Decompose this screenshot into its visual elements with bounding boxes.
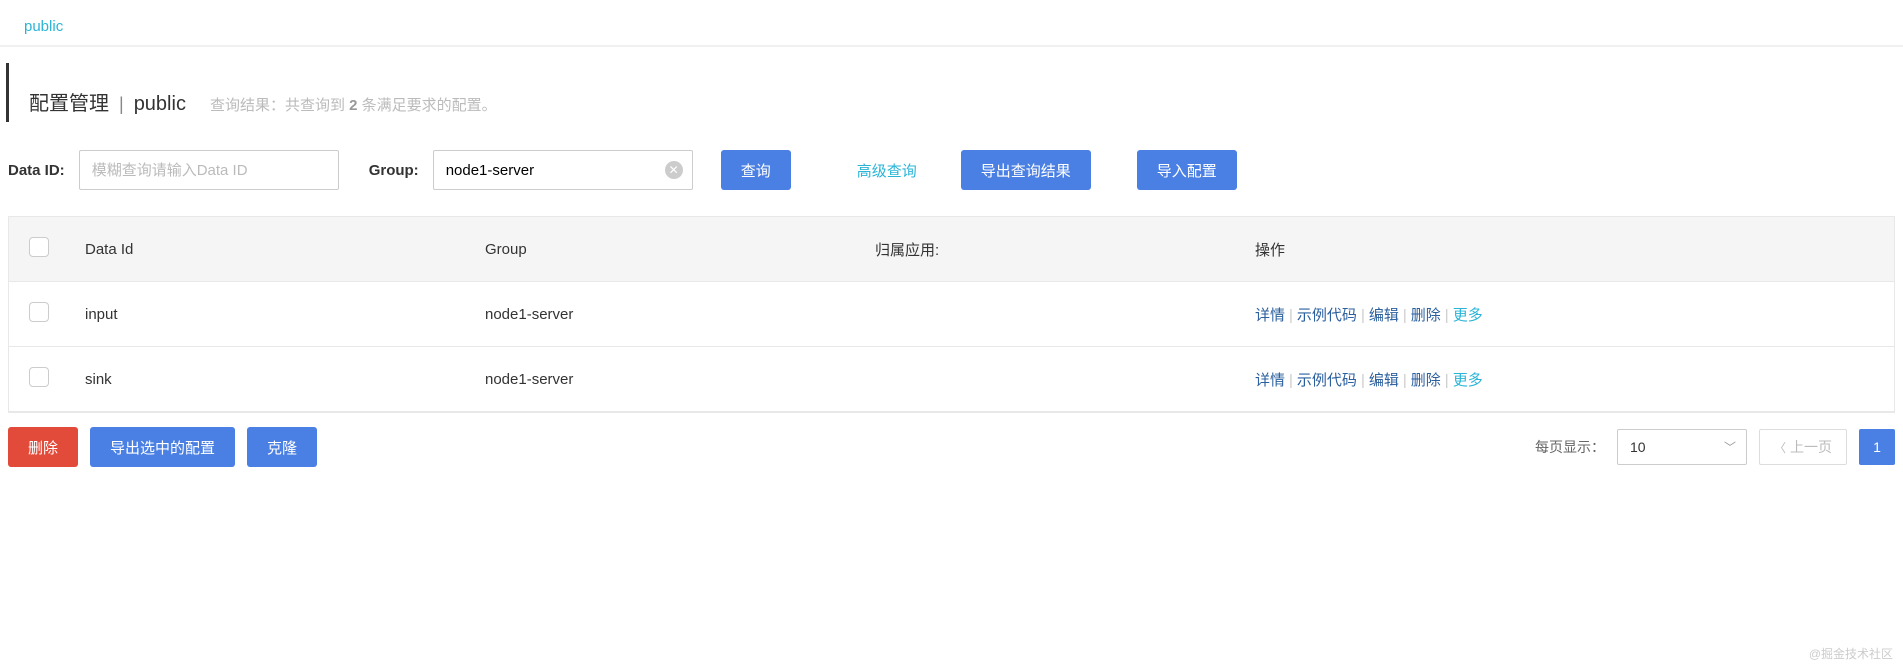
action-detail[interactable]: 详情 — [1255, 307, 1285, 324]
row-checkbox[interactable] — [29, 367, 49, 387]
action-sample[interactable]: 示例代码 — [1297, 372, 1357, 389]
col-data-id: Data Id — [69, 217, 469, 282]
select-all-checkbox[interactable] — [29, 237, 49, 257]
action-edit[interactable]: 编辑 — [1369, 372, 1399, 389]
import-config-button[interactable]: 导入配置 — [1137, 150, 1237, 190]
watermark: @掘金技术社区 — [1809, 645, 1893, 662]
row-checkbox[interactable] — [29, 302, 49, 322]
cell-data-id: input — [69, 282, 469, 347]
action-delete[interactable]: 删除 — [1411, 372, 1441, 389]
action-edit[interactable]: 编辑 — [1369, 307, 1399, 324]
top-tab-bar: public — [0, 0, 1903, 47]
data-id-label: Data ID: — [8, 162, 65, 179]
export-selected-button[interactable]: 导出选中的配置 — [90, 427, 235, 467]
col-app: 归属应用: — [859, 217, 1239, 282]
filter-bar: Data ID: Group: ✕ 查询 高级查询 导出查询结果 导入配置 — [0, 122, 1903, 208]
clear-icon[interactable]: ✕ — [665, 161, 683, 179]
action-more[interactable]: 更多 — [1453, 307, 1483, 324]
action-sample[interactable]: 示例代码 — [1297, 307, 1357, 324]
result-suffix: 条满足要求的配置。 — [357, 97, 496, 114]
page-number-current[interactable]: 1 — [1859, 429, 1895, 465]
search-button[interactable]: 查询 — [721, 150, 791, 190]
tab-public[interactable]: public — [0, 10, 87, 45]
delete-button[interactable]: 删除 — [8, 427, 78, 467]
config-table: Data Id Group 归属应用: 操作 inputnode1-server… — [8, 216, 1895, 413]
col-ops: 操作 — [1239, 217, 1894, 282]
cell-app — [859, 347, 1239, 412]
chevron-down-icon: ﹀ — [1724, 439, 1736, 456]
page-size-label: 每页显示： — [1535, 437, 1605, 457]
table-header-row: Data Id Group 归属应用: 操作 — [9, 217, 1894, 282]
action-more[interactable]: 更多 — [1453, 372, 1483, 389]
page-header: 配置管理 | public 查询结果：共查询到 2 条满足要求的配置。 — [6, 63, 1903, 122]
data-id-input[interactable] — [79, 150, 339, 190]
action-detail[interactable]: 详情 — [1255, 372, 1285, 389]
table-row: sinknode1-server 详情|示例代码|编辑|删除|更多 — [9, 347, 1894, 412]
export-result-button[interactable]: 导出查询结果 — [961, 150, 1091, 190]
prev-page-label: 上一页 — [1790, 437, 1832, 457]
group-input[interactable] — [433, 150, 693, 190]
prev-page-button[interactable]: 〈 上一页 — [1759, 429, 1847, 465]
bottom-toolbar: 删除 导出选中的配置 克隆 每页显示： 10 ﹀ 〈 上一页 1 — [0, 413, 1903, 481]
clone-button[interactable]: 克隆 — [247, 427, 317, 467]
title-separator: | — [119, 94, 124, 115]
chevron-left-icon: 〈 — [1774, 439, 1786, 456]
page-size-value: 10 — [1630, 439, 1646, 455]
advanced-search-button[interactable]: 高级查询 — [837, 150, 937, 190]
cell-group: node1-server — [469, 347, 859, 412]
table-row: inputnode1-server 详情|示例代码|编辑|删除|更多 — [9, 282, 1894, 347]
action-delete[interactable]: 删除 — [1411, 307, 1441, 324]
cell-actions: 详情|示例代码|编辑|删除|更多 — [1239, 347, 1894, 412]
cell-data-id: sink — [69, 347, 469, 412]
page-title: 配置管理 — [29, 87, 109, 116]
cell-actions: 详情|示例代码|编辑|删除|更多 — [1239, 282, 1894, 347]
page-subtitle: public — [134, 93, 186, 116]
result-prefix: 查询结果：共查询到 — [210, 97, 349, 114]
col-group: Group — [469, 217, 859, 282]
page-size-select[interactable]: 10 ﹀ — [1617, 429, 1747, 465]
query-result-text: 查询结果：共查询到 2 条满足要求的配置。 — [210, 94, 497, 115]
cell-group: node1-server — [469, 282, 859, 347]
group-label: Group: — [369, 162, 419, 179]
cell-app — [859, 282, 1239, 347]
